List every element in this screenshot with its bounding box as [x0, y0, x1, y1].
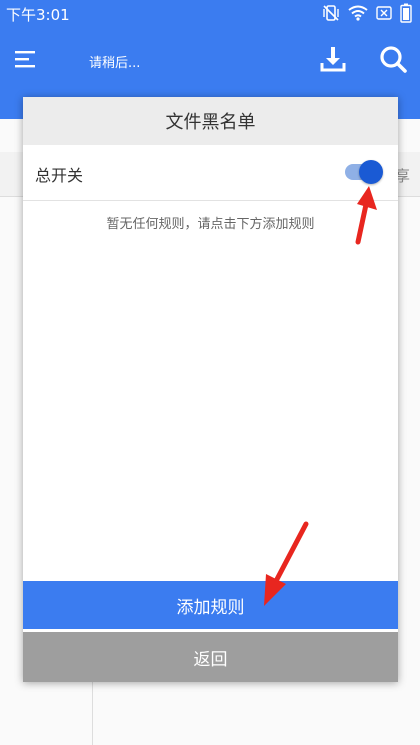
wifi-icon [348, 5, 368, 21]
menu-icon[interactable] [14, 48, 38, 70]
status-bar: 下午3:01 [0, 0, 420, 26]
empty-rules-hint: 暂无任何规则，请点击下方添加规则 [106, 217, 315, 232]
sim-icon [376, 6, 392, 20]
status-time: 下午3:01 [6, 6, 70, 24]
add-rule-button[interactable]: 添加规则 [23, 581, 398, 629]
master-switch-row: 总开关 [23, 145, 398, 201]
vibrate-off-icon [323, 5, 339, 21]
master-switch-label: 总开关 [35, 166, 84, 185]
master-switch-toggle[interactable] [345, 160, 385, 184]
background-divider [92, 679, 93, 745]
back-button[interactable]: 返回 [23, 632, 398, 682]
battery-icon [400, 3, 412, 23]
status-icons [322, 3, 412, 23]
screen: 下午3:01 请稍后... 享 文件黑名单 总开关 暂无任何规则，请点击下方添加… [0, 0, 420, 745]
toggle-thumb [359, 160, 383, 184]
app-bar-title: 请稍后... [89, 56, 141, 71]
search-icon[interactable] [378, 44, 408, 74]
blacklist-dialog: 文件黑名单 总开关 暂无任何规则，请点击下方添加规则 添加规则 返回 [23, 97, 398, 682]
dialog-title: 文件黑名单 [23, 97, 398, 145]
download-icon[interactable] [318, 44, 348, 74]
